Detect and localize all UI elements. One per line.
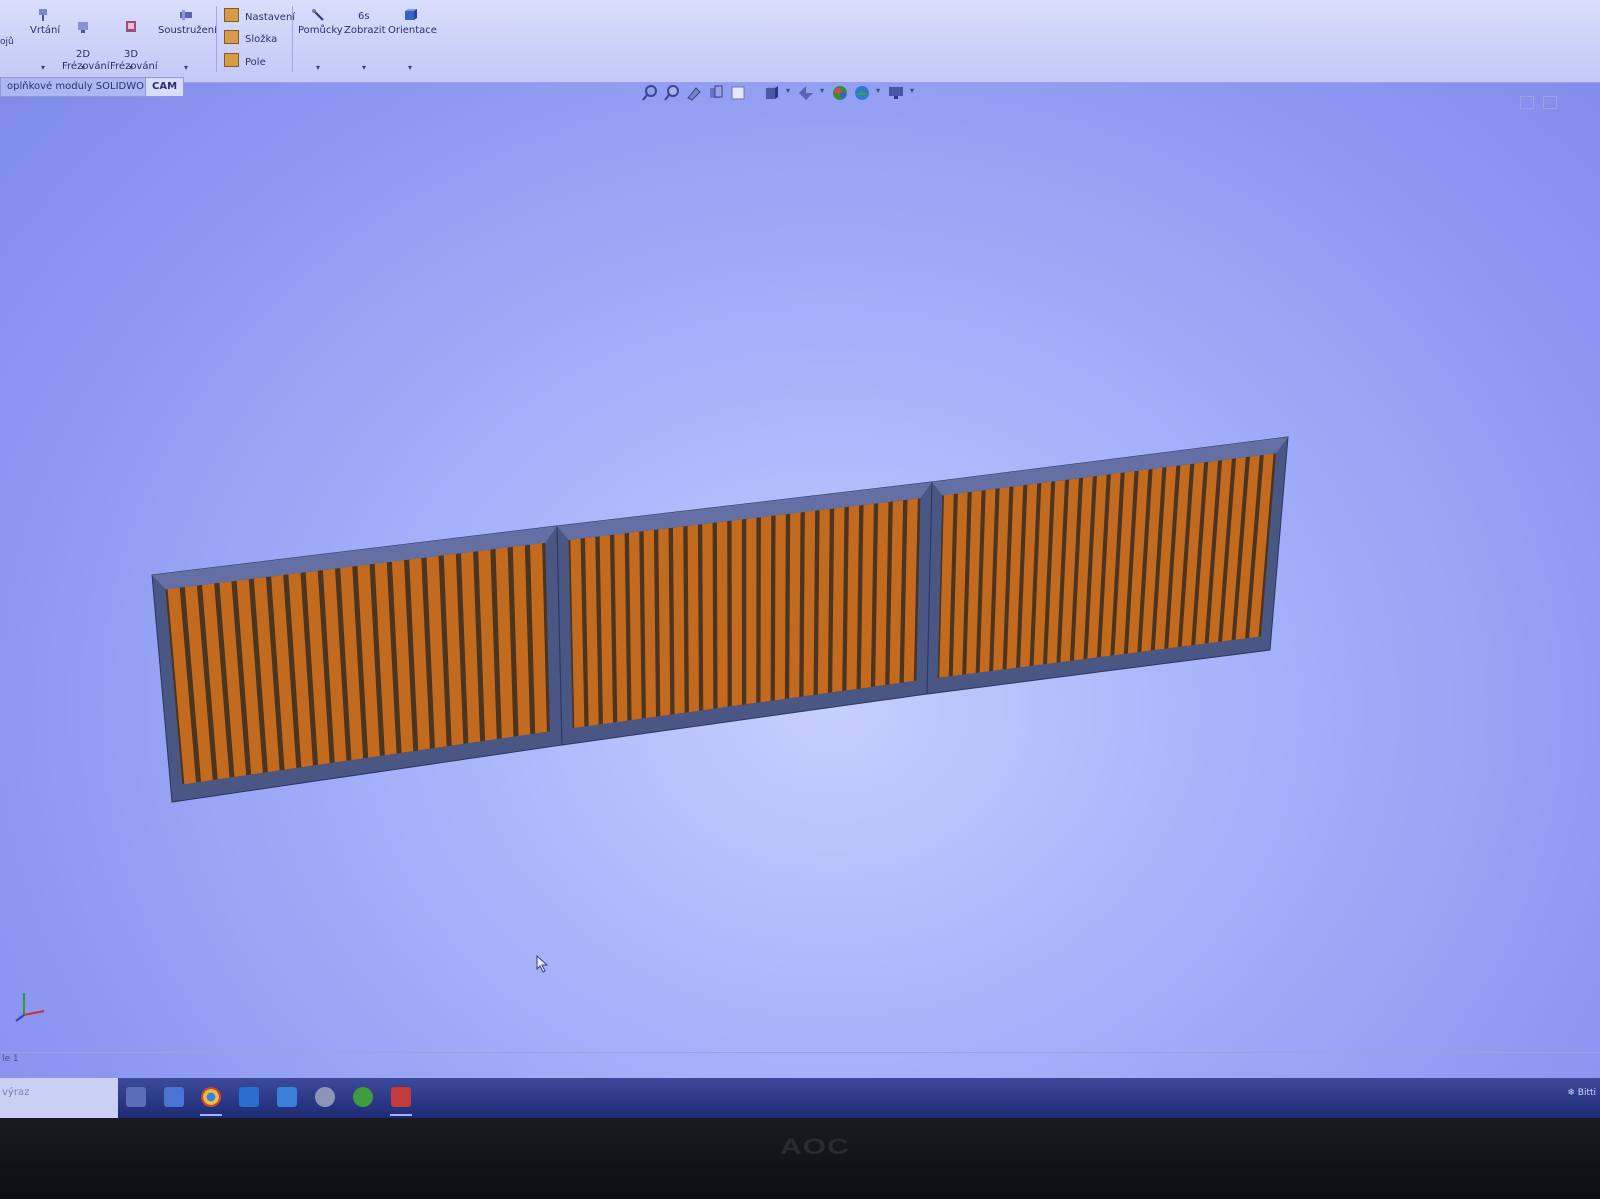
- fence-panel-assembly: [151, 436, 1289, 803]
- chrome-icon[interactable]: [201, 1087, 221, 1107]
- status-bar: le 1: [0, 1052, 1600, 1069]
- task-view-icon[interactable]: [126, 1087, 146, 1107]
- xbox-icon[interactable]: [353, 1087, 373, 1107]
- solidworks-icon[interactable]: [391, 1087, 411, 1107]
- wood-slat: [716, 521, 728, 709]
- monitor-brand-logo: AOC: [780, 1134, 850, 1159]
- calculator-icon[interactable]: [164, 1087, 184, 1107]
- search-input[interactable]: výraz: [0, 1078, 118, 1118]
- monitor-bezel: AOC: [0, 1118, 1600, 1199]
- wood-slat: [760, 515, 772, 703]
- wood-slat: [746, 517, 757, 705]
- taskbar: výraz ❄ Bitti: [0, 1078, 1600, 1118]
- wood-slat: [702, 522, 714, 711]
- wood-slat: [731, 519, 742, 707]
- weather-icon: ❄: [1567, 1088, 1575, 1098]
- system-tray: ❄ Bitti: [1567, 1088, 1596, 1098]
- outlook-icon[interactable]: [239, 1087, 259, 1107]
- sheet-label: le 1: [2, 1054, 19, 1064]
- wood-slat: [803, 510, 816, 697]
- wood-slat: [672, 526, 685, 715]
- wood-slat: [658, 528, 671, 717]
- screen: ojů Vrtání ▾ 2D Frézování ▾ 3D Frézování…: [0, 0, 1600, 1140]
- network-app-icon[interactable]: [277, 1087, 297, 1107]
- coordinate-triad-icon: [15, 993, 45, 1022]
- wood-slat: [817, 508, 830, 695]
- model-viewport[interactable]: [0, 0, 1600, 1140]
- wood-slat: [774, 514, 786, 701]
- tray-text: Bitti: [1577, 1088, 1596, 1098]
- mouse-cursor-icon: [536, 955, 549, 973]
- active-indicator: [200, 1114, 222, 1116]
- active-indicator: [390, 1114, 412, 1116]
- app-icon[interactable]: [315, 1087, 335, 1107]
- wood-slat: [789, 512, 801, 699]
- wood-slat: [687, 524, 699, 713]
